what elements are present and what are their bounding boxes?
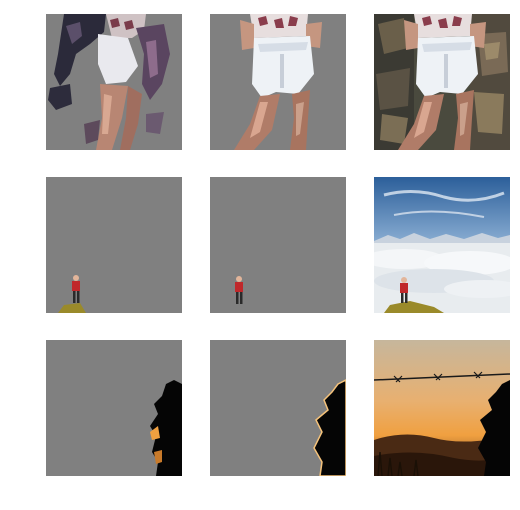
hiker-photo-image <box>374 177 510 313</box>
silhouette-mask-2-image <box>210 340 346 476</box>
tile-hiker-mask-1 <box>46 177 182 313</box>
tile-silhouette-mask-2 <box>210 340 346 476</box>
tile-silhouette-mask-1 <box>46 340 182 476</box>
tile-hiker-mask-2 <box>210 177 346 313</box>
silhouette-photo-image <box>374 340 510 476</box>
tile-woman-photo <box>374 14 510 150</box>
silhouette-mask-1-image <box>46 340 182 476</box>
woman-mask-1-image <box>46 14 182 150</box>
woman-photo-image <box>374 14 510 150</box>
tile-woman-mask-2 <box>210 14 346 150</box>
tile-woman-mask-1 <box>46 14 182 150</box>
hiker-mask-1-image <box>46 177 182 313</box>
hiker-mask-2-image <box>210 177 346 313</box>
tile-silhouette-photo <box>374 340 510 476</box>
tile-hiker-photo <box>374 177 510 313</box>
woman-mask-2-image <box>210 14 346 150</box>
